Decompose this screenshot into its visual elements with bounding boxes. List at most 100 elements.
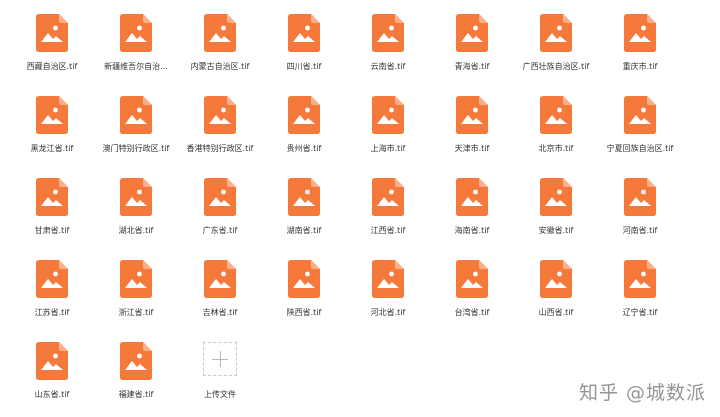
file-name-label: 山西省.tif xyxy=(538,308,574,317)
file-name-label: 新疆维吾尔自治... xyxy=(104,62,168,71)
file-name-label: 上海市.tif xyxy=(370,144,406,153)
file-item[interactable]: 陕西省.tif xyxy=(262,258,346,338)
file-name-label: 台湾省.tif xyxy=(454,308,490,317)
file-name-label: 浙江省.tif xyxy=(118,308,154,317)
file-name-label: 贵州省.tif xyxy=(286,144,322,153)
image-file-icon xyxy=(288,96,320,134)
file-item[interactable]: 天津市.tif xyxy=(430,94,514,174)
file-name-label: 青海省.tif xyxy=(454,62,490,71)
file-item[interactable]: 安徽省.tif xyxy=(514,176,598,256)
file-name-label: 西藏自治区.tif xyxy=(26,62,78,71)
image-file-icon xyxy=(288,178,320,216)
image-file-icon xyxy=(372,96,404,134)
file-item[interactable]: 河南省.tif xyxy=(598,176,682,256)
file-item[interactable]: 重庆市.tif xyxy=(598,12,682,92)
file-item[interactable]: 海南省.tif xyxy=(430,176,514,256)
image-file-icon xyxy=(36,342,68,380)
image-file-icon xyxy=(36,178,68,216)
file-item[interactable]: 湖南省.tif xyxy=(262,176,346,256)
file-item[interactable]: 宁夏回族自治区.tif xyxy=(598,94,682,174)
watermark: 知乎 @城数派 xyxy=(578,382,706,404)
image-file-icon xyxy=(204,14,236,52)
file-item[interactable]: 上海市.tif xyxy=(346,94,430,174)
file-name-label: 江苏省.tif xyxy=(34,308,70,317)
image-file-icon xyxy=(540,14,572,52)
file-item[interactable]: 山东省.tif xyxy=(10,340,94,417)
file-name-label: 北京市.tif xyxy=(538,144,574,153)
file-name-label: 甘肃省.tif xyxy=(34,226,70,235)
image-file-icon xyxy=(120,178,152,216)
file-name-label: 澳门特别行政区.tif xyxy=(102,144,170,153)
file-name-label: 黑龙江省.tif xyxy=(30,144,74,153)
file-item[interactable]: 湖北省.tif xyxy=(94,176,178,256)
file-name-label: 广西壮族自治区.tif xyxy=(522,62,590,71)
file-name-label: 重庆市.tif xyxy=(622,62,658,71)
image-file-icon xyxy=(540,178,572,216)
upload-file-label: 上传文件 xyxy=(204,390,236,399)
image-file-icon xyxy=(624,178,656,216)
image-file-icon xyxy=(456,96,488,134)
file-item[interactable]: 广东省.tif xyxy=(178,176,262,256)
image-file-icon xyxy=(456,178,488,216)
image-file-icon xyxy=(204,260,236,298)
image-file-icon xyxy=(540,96,572,134)
file-item[interactable]: 河北省.tif xyxy=(346,258,430,338)
file-item[interactable]: 内蒙古自治区.tif xyxy=(178,12,262,92)
file-item[interactable]: 江西省.tif xyxy=(346,176,430,256)
file-name-label: 海南省.tif xyxy=(454,226,490,235)
image-file-icon xyxy=(624,260,656,298)
image-file-icon xyxy=(624,96,656,134)
image-file-icon xyxy=(120,260,152,298)
file-name-label: 湖南省.tif xyxy=(286,226,322,235)
image-file-icon xyxy=(36,14,68,52)
file-name-label: 四川省.tif xyxy=(286,62,322,71)
file-item[interactable]: 吉林省.tif xyxy=(178,258,262,338)
file-item[interactable]: 香港特别行政区.tif xyxy=(178,94,262,174)
file-item[interactable]: 青海省.tif xyxy=(430,12,514,92)
file-item[interactable]: 福建省.tif xyxy=(94,340,178,417)
image-file-icon xyxy=(372,178,404,216)
file-item[interactable]: 黑龙江省.tif xyxy=(10,94,94,174)
image-file-icon xyxy=(372,14,404,52)
file-item[interactable]: 北京市.tif xyxy=(514,94,598,174)
image-file-icon xyxy=(288,260,320,298)
file-item[interactable]: 广西壮族自治区.tif xyxy=(514,12,598,92)
file-item[interactable]: 澳门特别行政区.tif xyxy=(94,94,178,174)
image-file-icon xyxy=(456,260,488,298)
image-file-icon xyxy=(120,96,152,134)
file-item[interactable]: 江苏省.tif xyxy=(10,258,94,338)
file-name-label: 陕西省.tif xyxy=(286,308,322,317)
file-item[interactable]: 贵州省.tif xyxy=(262,94,346,174)
file-item[interactable]: 西藏自治区.tif xyxy=(10,12,94,92)
file-name-label: 广东省.tif xyxy=(202,226,238,235)
file-item[interactable]: 云南省.tif xyxy=(346,12,430,92)
image-file-icon xyxy=(120,14,152,52)
file-item[interactable]: 浙江省.tif xyxy=(94,258,178,338)
image-file-icon xyxy=(288,14,320,52)
file-name-label: 湖北省.tif xyxy=(118,226,154,235)
file-name-label: 江西省.tif xyxy=(370,226,406,235)
image-file-icon xyxy=(204,96,236,134)
file-item[interactable]: 山西省.tif xyxy=(514,258,598,338)
file-name-label: 宁夏回族自治区.tif xyxy=(606,144,674,153)
file-browser: 西藏自治区.tif 新疆维吾尔自治... 内蒙古自治区.tif 四川省.tif 云南省.… xyxy=(0,0,720,417)
file-name-label: 吉林省.tif xyxy=(202,308,238,317)
image-file-icon xyxy=(36,260,68,298)
image-file-icon xyxy=(456,14,488,52)
file-name-label: 天津市.tif xyxy=(454,144,490,153)
file-item[interactable]: 辽宁省.tif xyxy=(598,258,682,338)
file-name-label: 福建省.tif xyxy=(118,390,154,399)
image-file-icon xyxy=(624,14,656,52)
image-file-icon xyxy=(120,342,152,380)
image-file-icon xyxy=(372,260,404,298)
file-item[interactable]: 台湾省.tif xyxy=(430,258,514,338)
file-item[interactable]: 甘肃省.tif xyxy=(10,176,94,256)
image-file-icon xyxy=(204,178,236,216)
file-name-label: 河北省.tif xyxy=(370,308,406,317)
file-name-label: 香港特别行政区.tif xyxy=(186,144,254,153)
file-item[interactable]: 新疆维吾尔自治... xyxy=(94,12,178,92)
file-name-label: 山东省.tif xyxy=(34,390,70,399)
file-name-label: 云南省.tif xyxy=(370,62,406,71)
upload-file-button[interactable]: 上传文件 xyxy=(178,340,262,417)
file-item[interactable]: 四川省.tif xyxy=(262,12,346,92)
